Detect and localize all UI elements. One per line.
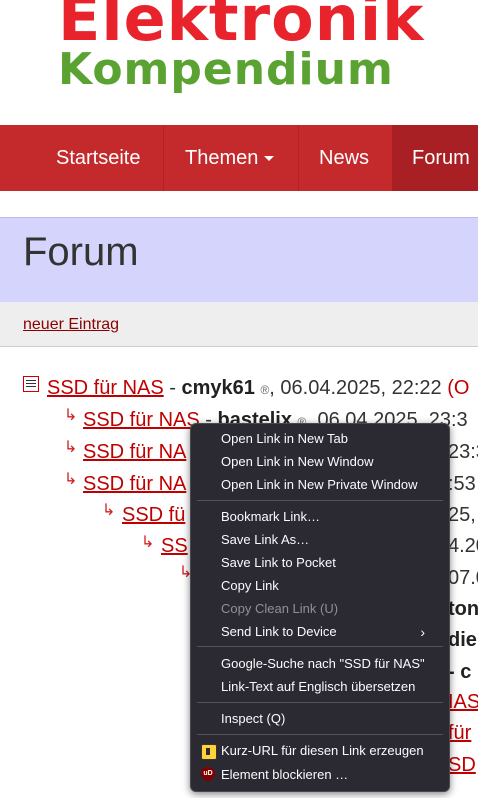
- thread-row: SSD für NA: [83, 441, 186, 464]
- menu-separator: [197, 500, 443, 501]
- nav-news[interactable]: News: [319, 125, 369, 191]
- menu-save-to-pocket[interactable]: Save Link to Pocket: [221, 553, 336, 573]
- page-title: Forum: [23, 230, 139, 274]
- menu-copy-clean-link: Copy Clean Link (U): [221, 601, 339, 616]
- thread-tail: 07.0: [448, 567, 478, 589]
- thread-link[interactable]: SSD für NAS: [47, 377, 164, 399]
- reply-arrow-icon: ↳: [64, 407, 78, 424]
- thread-tail: 25,: [448, 504, 476, 526]
- menu-copy-link[interactable]: Copy Link: [221, 576, 279, 596]
- thread-row: SS: [161, 535, 188, 558]
- menu-send-label: Send Link to Device: [221, 624, 337, 639]
- thread-link[interactable]: SSD für NAS: [83, 409, 200, 431]
- menu-separator: [197, 702, 443, 703]
- shorturl-extension-icon: [201, 744, 217, 760]
- logo-line-2: Kompendium: [58, 44, 394, 95]
- menu-block-element[interactable]: Element blockieren …: [221, 765, 348, 785]
- menu-bookmark-link[interactable]: Bookmark Link…: [221, 507, 320, 527]
- nav-forum[interactable]: Forum: [392, 125, 478, 191]
- forum-header: Forum: [0, 217, 478, 303]
- thread-row: SSD fü: [122, 504, 185, 527]
- nav-divider: [298, 125, 299, 191]
- thread-row: SSD für NA: [83, 473, 186, 496]
- row-fragment: - c: [448, 661, 472, 683]
- ublock-icon: uD: [201, 767, 215, 781]
- thread-link[interactable]: SSD fü: [122, 504, 185, 526]
- row-fragment[interactable]: SD: [448, 754, 476, 777]
- menu-open-new-tab[interactable]: Open Link in New Tab: [221, 429, 348, 449]
- registered-mark: ®: [260, 383, 270, 397]
- chevron-right-icon: ›: [420, 624, 425, 640]
- menu-translate-link[interactable]: Link-Text auf Englisch übersetzen: [221, 677, 415, 697]
- thread-date: , 06.04.2025, 22:22: [269, 377, 448, 399]
- thread-link[interactable]: SSD für NA: [83, 473, 186, 495]
- menu-short-url[interactable]: Kurz-URL für diesen Link erzeugen: [221, 741, 424, 761]
- entry-bar: neuer Eintrag: [0, 302, 478, 347]
- main-nav: Startseite Themen News Forum: [0, 125, 478, 191]
- row-fragment[interactable]: für: [448, 722, 471, 745]
- menu-send-to-device[interactable]: Send Link to Device ›: [221, 622, 439, 642]
- context-menu: Open Link in New Tab Open Link in New Wi…: [190, 423, 450, 792]
- reply-arrow-icon: ↳: [102, 502, 116, 519]
- nav-divider: [163, 125, 164, 191]
- nav-themen-label: Themen: [185, 147, 259, 169]
- thread-link[interactable]: SSD für NA: [83, 441, 186, 463]
- menu-google-search[interactable]: Google-Suche nach "SSD für NAS": [221, 654, 425, 674]
- caret-down-icon: [264, 156, 275, 162]
- row-fragment[interactable]: IAS: [448, 691, 478, 714]
- doc-icon: [23, 376, 39, 392]
- thread-tail: :53: [448, 473, 476, 495]
- thread-row: SSD für NAS - cmyk61 ®, 06.04.2025, 22:2…: [47, 377, 469, 400]
- reply-arrow-icon: ↳: [64, 439, 78, 456]
- thread-tail: 23:3: [448, 441, 478, 463]
- row-fragment: die: [448, 629, 477, 651]
- menu-open-private-window[interactable]: Open Link in New Private Window: [221, 475, 418, 495]
- menu-separator: [197, 734, 443, 735]
- menu-separator: [197, 646, 443, 647]
- thread-link[interactable]: SS: [161, 535, 188, 557]
- nav-themen[interactable]: Themen: [185, 125, 275, 191]
- menu-inspect[interactable]: Inspect (Q): [221, 709, 285, 729]
- reply-arrow-icon: ↳: [64, 471, 78, 488]
- reply-arrow-icon: ↳: [141, 534, 155, 551]
- thread-author[interactable]: cmyk61: [181, 377, 254, 399]
- logo-line-1: Elektronik: [58, 0, 425, 55]
- row-fragment: ton: [448, 598, 478, 620]
- site-logo[interactable]: Elektronik Kompendium: [58, 0, 424, 92]
- thread-sep: -: [163, 377, 182, 399]
- new-entry-link[interactable]: neuer Eintrag: [23, 316, 119, 334]
- menu-open-new-window[interactable]: Open Link in New Window: [221, 452, 373, 472]
- thread-extra[interactable]: (O: [447, 377, 469, 399]
- nav-startseite[interactable]: Startseite: [56, 125, 140, 191]
- thread-tail: 4.20: [448, 535, 478, 557]
- menu-save-link-as[interactable]: Save Link As…: [221, 530, 309, 550]
